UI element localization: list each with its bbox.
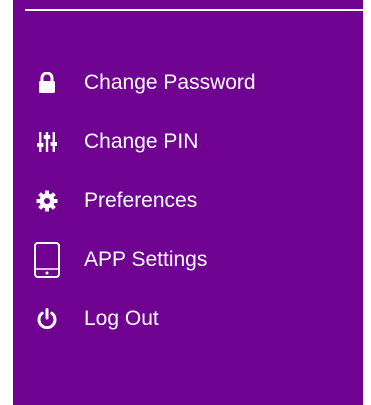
sliders-icon bbox=[33, 125, 61, 159]
menu-list: Change Password Change PIN Preferences A… bbox=[13, 53, 363, 348]
menu-item-log-out[interactable]: Log Out bbox=[13, 289, 363, 348]
menu-item-change-password[interactable]: Change Password bbox=[13, 53, 363, 112]
settings-menu: Change Password Change PIN Preferences A… bbox=[13, 0, 363, 405]
menu-item-label: Preferences bbox=[84, 188, 198, 212]
menu-item-label: Log Out bbox=[84, 306, 159, 330]
menu-item-preferences[interactable]: Preferences bbox=[13, 171, 363, 230]
menu-item-label: Change PIN bbox=[84, 129, 199, 153]
menu-item-app-settings[interactable]: APP Settings bbox=[13, 230, 363, 289]
menu-item-label: APP Settings bbox=[84, 247, 208, 271]
mobile-phone-icon bbox=[33, 241, 61, 278]
menu-top-divider bbox=[25, 9, 363, 11]
menu-item-label: Change Password bbox=[84, 70, 256, 94]
power-icon bbox=[33, 302, 61, 336]
menu-item-change-pin[interactable]: Change PIN bbox=[13, 112, 363, 171]
lock-icon bbox=[33, 66, 61, 100]
gear-icon bbox=[33, 184, 61, 218]
